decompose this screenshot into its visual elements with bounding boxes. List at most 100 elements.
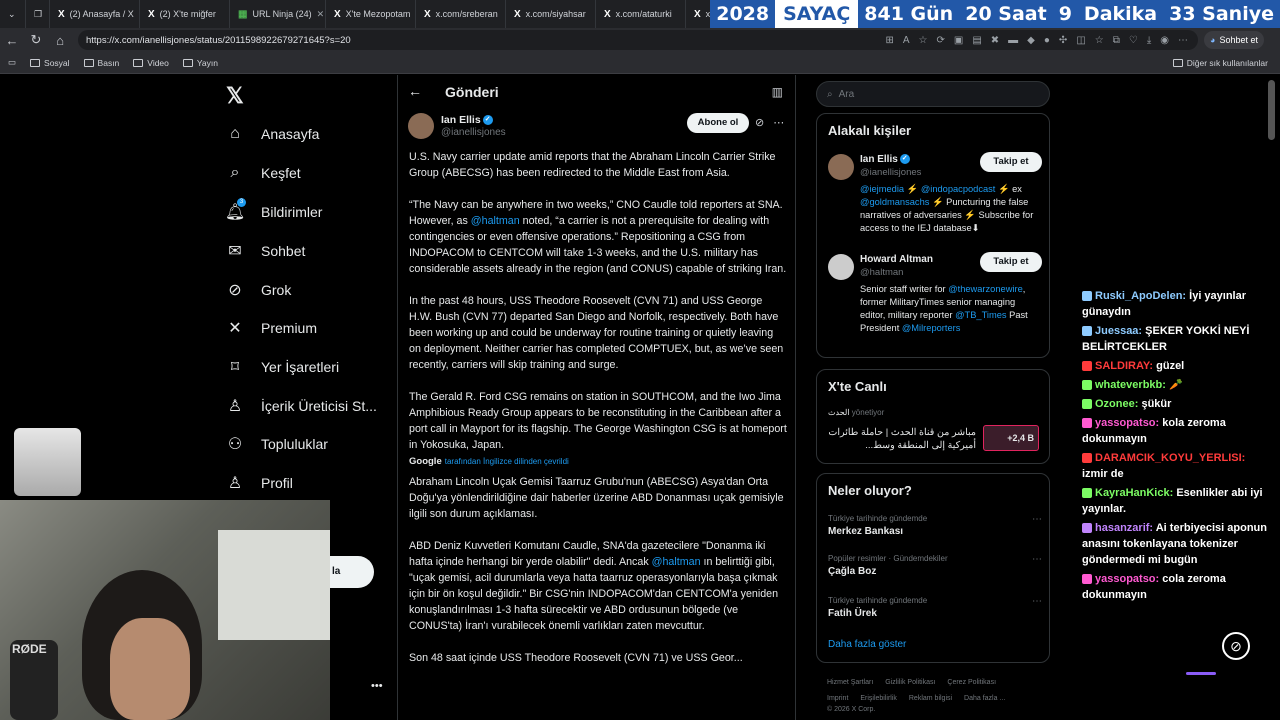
live-title[interactable]: مباشر من قناة الحدث | حاملة طائرات أميرك… — [828, 426, 976, 452]
copilot-icon: ◕ — [1210, 35, 1216, 45]
person-bio: Senior staff writer for @thewarzonewire,… — [860, 284, 1028, 333]
nav-item-profile[interactable]: ♙ Profil — [222, 471, 293, 495]
tab-anasayfa[interactable]: X (2) Anasayfa / X — [50, 0, 140, 28]
extension-icon[interactable]: ✖ — [991, 35, 999, 46]
live-thumbnail[interactable]: +2,4 B — [983, 425, 1039, 451]
collections-icon[interactable]: ⧉ — [1113, 35, 1120, 46]
avatar-icon[interactable]: ◉ — [1160, 35, 1169, 46]
extension-icon[interactable]: ▬ — [1008, 35, 1018, 46]
follow-button[interactable]: Takip et — [980, 152, 1042, 172]
scrollbar[interactable] — [1268, 80, 1275, 140]
nav-item-home[interactable]: ⌂ Anasayfa — [222, 122, 319, 146]
close-icon[interactable]: ✕ — [317, 9, 325, 20]
chat-message: Juessaa: ŞEKER YOKKİ NEYİ BELİRTCEKLER — [1082, 323, 1274, 355]
tab-siyahsar[interactable]: Xx.com/siyahsar — [506, 0, 596, 28]
nav-item-communities[interactable]: ⚇ Topluluklar — [222, 432, 328, 456]
tab-sreberan[interactable]: Xx.com/sreberan — [416, 0, 506, 28]
footer-link[interactable]: Erişilebilirlik — [860, 695, 897, 702]
trend-item[interactable]: Türkiye tarihinde gündemde Fatih Ürek ⋯ — [828, 596, 1042, 619]
copilot-chat-button[interactable]: ◕ Sohbet et — [1204, 31, 1264, 49]
app-grid-icon[interactable]: ⊞ — [885, 35, 893, 46]
mention-link[interactable]: @iejmedia — [860, 184, 904, 194]
tab-mezopotam[interactable]: X X'te Mezopotam — [326, 0, 416, 28]
refresh-icon[interactable]: ⟳ — [936, 35, 944, 46]
footer-link[interactable]: Imprint — [827, 695, 848, 702]
post-button[interactable]: la — [330, 556, 374, 588]
show-more-link[interactable]: Daha fazla göster — [828, 639, 906, 650]
read-aloud-icon[interactable]: A — [903, 35, 910, 46]
tab-url-ninja[interactable]: ▦ URL Ninja (24) ✕ — [230, 0, 326, 28]
live-host[interactable]: الحدث yönetiyor — [828, 408, 884, 417]
translation-attribution[interactable]: Google tarafından İngilizce dilinden çevr… — [409, 454, 787, 470]
nav-item-bookmarks[interactable]: ⌑ Yer İşaretleri — [222, 355, 339, 379]
tab-list-button[interactable]: ⌄ — [0, 0, 26, 28]
trend-item[interactable]: Türkiye tarihinde gündemde Merkez Bankası… — [828, 514, 1042, 537]
nav-item-premium[interactable]: ✕ Premium — [222, 316, 317, 340]
follow-button[interactable]: Takip et — [980, 252, 1042, 272]
reader-mode-icon[interactable]: ▥ — [772, 85, 783, 99]
extension-icon[interactable]: ◆ — [1027, 35, 1035, 46]
subscribe-button[interactable]: Abone ol — [687, 113, 749, 133]
person-item[interactable]: Ian Ellis ✓ @ianellisjones Takip et @iejm… — [828, 152, 1042, 244]
nav-item-messages[interactable]: ✉ Sohbet — [222, 239, 305, 263]
x-logo-icon[interactable]: 𝕏 — [226, 83, 244, 109]
chat-message: hasanzarif: Ai terbiyecisi aponun anasın… — [1082, 520, 1274, 568]
search-input[interactable]: ⌕ Ara — [816, 81, 1050, 107]
more-options-icon[interactable]: ••• — [371, 680, 383, 692]
avatar[interactable] — [408, 113, 434, 139]
bookmark-folder[interactable]: Video — [133, 58, 169, 68]
favorite-star-icon[interactable]: ☆ — [919, 35, 928, 46]
avatar[interactable] — [828, 154, 854, 180]
sidebar-toggle-icon[interactable]: ▭ — [8, 57, 16, 68]
bookmark-folder[interactable]: Yayın — [182, 58, 218, 68]
split-screen-icon[interactable]: ◫ — [1076, 35, 1085, 46]
more-options-icon[interactable]: ⋯ — [1032, 596, 1042, 607]
person-item[interactable]: Howard Altman @haltman Takip et Senior s… — [828, 252, 1042, 349]
extension-icon[interactable]: ● — [1044, 35, 1050, 46]
mention-link[interactable]: @Milreporters — [902, 323, 961, 333]
more-options-icon[interactable]: ⋯ — [1032, 514, 1042, 525]
author-handle[interactable]: @ianellisjones — [441, 127, 506, 138]
back-arrow-icon[interactable]: ← — [0, 33, 24, 48]
extension-icon[interactable]: ▤ — [972, 35, 981, 46]
mention-link[interactable]: @haltman — [471, 215, 520, 227]
footer-link[interactable]: Gizlilik Politikası — [885, 679, 935, 686]
mention-link[interactable]: @thewarzonewire — [948, 284, 1023, 294]
back-arrow-icon[interactable]: ← — [408, 83, 422, 99]
nav-item-notifications[interactable]: 🔔︎ 3 Bildirimler — [222, 198, 322, 224]
bookmark-folder[interactable]: Basın — [83, 58, 119, 68]
grok-icon[interactable]: ⊘ — [755, 116, 764, 129]
url-field[interactable]: https://x.com/ianellisjones/status/20115… — [78, 30, 1198, 50]
downloads-icon[interactable]: ⤓ — [1147, 35, 1151, 46]
bookmark-folder[interactable]: Sosyal — [30, 58, 70, 68]
more-options-icon[interactable]: ⋯ — [773, 116, 784, 129]
favorites-icon[interactable]: ☆ — [1095, 35, 1104, 46]
mention-link[interactable]: @haltman — [652, 556, 701, 568]
puzzle-icon[interactable]: ✣ — [1059, 35, 1067, 46]
trend-item[interactable]: Popüler resimler · Gündemdekiler Çağla Bo… — [828, 554, 1042, 577]
more-options-icon[interactable]: ⋯ — [1032, 554, 1042, 565]
footer-link[interactable]: Reklam bilgisi — [909, 695, 952, 702]
footer-link[interactable]: Çerez Politikası — [947, 679, 996, 686]
author-name[interactable]: Ian Ellis ✓ — [441, 114, 493, 126]
tab-ataturki[interactable]: Xx.com/ataturki — [596, 0, 686, 28]
mention-link[interactable]: @goldmansachs — [860, 197, 929, 207]
nav-item-grok[interactable]: ⊘ Grok — [222, 278, 291, 302]
workspaces-button[interactable]: ❐ — [26, 0, 50, 28]
menu-dots-icon[interactable]: ⋯ — [1178, 35, 1188, 46]
grok-icon[interactable]: ⊘ — [1222, 632, 1250, 660]
other-bookmarks-folder[interactable]: Diğer sık kullanılanlar — [1172, 58, 1268, 68]
nav-item-explore[interactable]: ⌕ Keşfet — [222, 161, 301, 185]
mention-link[interactable]: @indopacpodcast — [921, 184, 996, 194]
tab-migfer[interactable]: X (2) X'te miğfer — [140, 0, 230, 28]
extension-icon[interactable]: ▣ — [954, 35, 963, 46]
reload-icon[interactable]: ↻ — [24, 32, 48, 48]
footer-link[interactable]: Daha fazla ... — [964, 695, 1005, 702]
mention-link[interactable]: @TB_Times — [955, 310, 1006, 320]
home-icon[interactable]: ⌂ — [48, 33, 72, 48]
x-favicon-icon: X — [604, 8, 611, 20]
footer-link[interactable]: Hizmet Şartları — [827, 679, 873, 686]
avatar[interactable] — [828, 254, 854, 280]
heart-icon[interactable]: ♡ — [1129, 35, 1138, 46]
nav-item-creator-studio[interactable]: ♙ İçerik Üreticisi St... — [222, 394, 377, 418]
